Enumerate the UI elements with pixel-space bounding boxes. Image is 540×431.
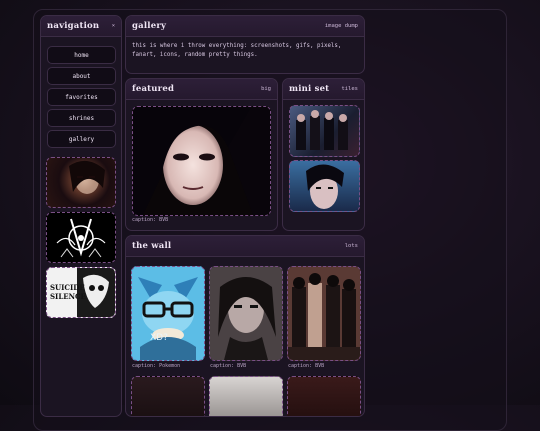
gallery-tag: image dump	[324, 23, 358, 29]
navigation-panel: navigation × home about favorites shrine…	[40, 15, 122, 417]
sidebar-logo-sts[interactable]: SUICIDE SILENCE	[46, 267, 116, 318]
wall-image-row2-1[interactable]	[131, 376, 205, 416]
featured-image[interactable]	[132, 106, 271, 216]
wall-image-pokemon[interactable]: XD?	[131, 266, 205, 361]
svg-text:SUICIDE: SUICIDE	[50, 283, 85, 292]
sidebar-photo-art	[69, 160, 105, 194]
suicide-silence-logo-art: SUICIDE SILENCE	[50, 268, 115, 317]
mini-set-image-1[interactable]	[289, 105, 360, 157]
wall-header: the wall lots	[126, 236, 364, 257]
nav-link-home[interactable]: home	[47, 46, 116, 64]
wall-title: the wall	[132, 241, 172, 251]
gallery-panel: gallery image dump this is where i throw…	[125, 15, 365, 74]
nav-link-gallery[interactable]: gallery	[47, 130, 116, 148]
mini-set-tag: tiles	[341, 86, 358, 92]
bvb-logo-art	[56, 218, 106, 258]
gallery-title: gallery	[132, 21, 167, 31]
wall-panel: the wall lots XD? caption: Pokemon capti…	[125, 235, 365, 417]
wall-caption-2: caption: BVB	[210, 363, 247, 369]
mini-set-image-2[interactable]	[289, 160, 360, 212]
mini-set-art-2	[306, 164, 344, 209]
pokemon-art	[132, 267, 204, 360]
nav-link-about[interactable]: about	[47, 67, 116, 85]
svg-text:SILENCE: SILENCE	[50, 292, 86, 301]
mini-set-header: mini set tiles	[283, 79, 364, 100]
close-icon[interactable]: ×	[112, 23, 115, 29]
featured-caption: caption: BVB	[132, 217, 169, 223]
pokemon-art-text: XD?	[150, 333, 168, 343]
wall-image-row2-3[interactable]	[287, 376, 361, 416]
sidebar-logo-bvb[interactable]	[46, 212, 116, 263]
gallery-header: gallery image dump	[126, 16, 364, 37]
navigation-title: navigation	[47, 21, 100, 31]
featured-panel: featured big caption: BVB	[125, 78, 278, 231]
mini-set-art-1	[296, 110, 348, 150]
wall-art-2	[210, 267, 282, 360]
gallery-description: this is where i throw everything: screen…	[132, 43, 342, 58]
featured-photo-art	[133, 107, 270, 215]
mini-set-panel: mini set tiles	[282, 78, 365, 231]
wall-art-3	[288, 267, 360, 360]
sidebar-photo[interactable]	[46, 157, 116, 208]
featured-tag: big	[261, 86, 271, 92]
navigation-header: navigation ×	[41, 16, 121, 37]
wall-image-bvb-1[interactable]	[209, 266, 283, 361]
wall-image-bvb-2[interactable]	[287, 266, 361, 361]
mini-set-title: mini set	[289, 84, 330, 94]
nav-link-favorites[interactable]: favorites	[47, 88, 116, 106]
nav-link-shrines[interactable]: shrines	[47, 109, 116, 127]
featured-title: featured	[132, 84, 175, 94]
wall-image-row2-2[interactable]	[209, 376, 283, 416]
featured-header: featured big	[126, 79, 277, 100]
wall-caption-3: caption: BVB	[288, 363, 325, 369]
wall-tag: lots	[344, 243, 358, 249]
wall-caption-1: caption: Pokemon	[132, 363, 181, 369]
